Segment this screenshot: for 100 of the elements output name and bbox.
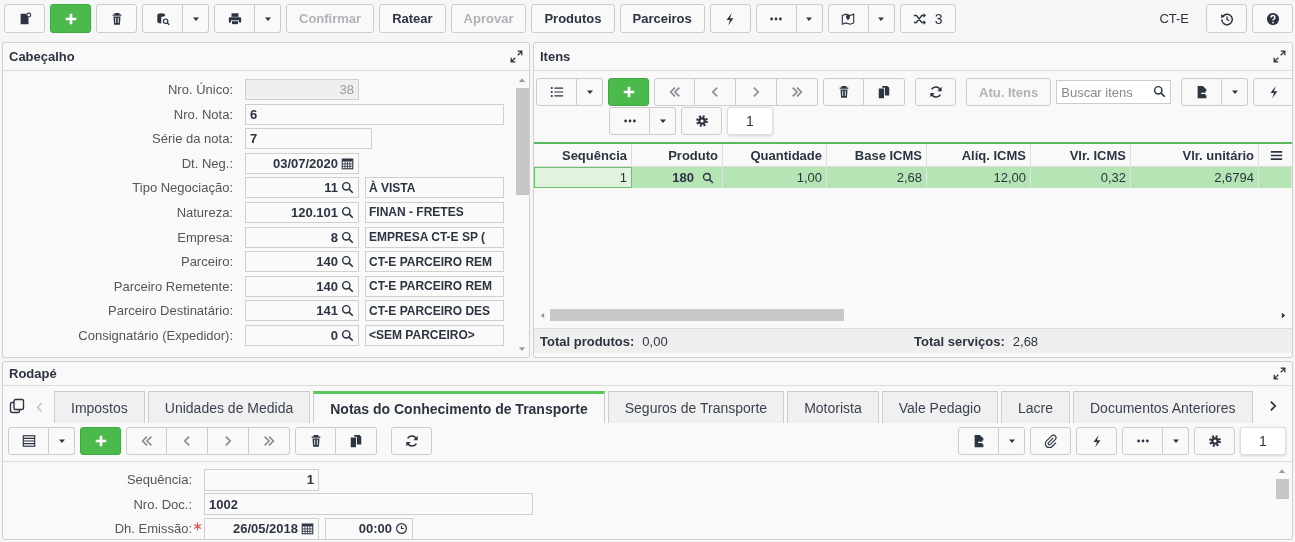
dropdown-button[interactable] xyxy=(577,78,603,106)
input-field[interactable]: CT-E PARCEIRO REM xyxy=(365,251,504,273)
first-button[interactable] xyxy=(126,427,167,455)
last-button[interactable] xyxy=(249,427,290,455)
dropdown-button[interactable] xyxy=(868,4,895,33)
tab[interactable]: Seguros de Transporte xyxy=(607,391,785,423)
tab[interactable]: Motorista xyxy=(787,391,879,423)
tab[interactable]: Lacre xyxy=(1000,391,1070,423)
add-button[interactable] xyxy=(50,4,91,33)
tab[interactable]: Unidades de Medida xyxy=(147,391,311,423)
input-field[interactable]: 7 xyxy=(245,128,372,150)
duplicate-button[interactable] xyxy=(864,78,905,106)
view-mode-button[interactable] xyxy=(8,427,49,455)
scrollbar-thumb[interactable] xyxy=(1275,479,1289,499)
column-header[interactable]: Produto xyxy=(632,144,723,166)
input-field[interactable]: CT-E PARCEIRO DES xyxy=(365,300,504,322)
lookup-field[interactable]: 11 xyxy=(245,177,359,199)
input-field[interactable]: 6 xyxy=(245,103,504,125)
delete-button[interactable] xyxy=(295,427,336,455)
input-field[interactable]: <SEM PARCEIRO> xyxy=(365,324,504,346)
lookup-field[interactable]: 140 xyxy=(245,251,359,273)
column-header[interactable]: Vlr. ICMS xyxy=(1031,144,1131,166)
column-header[interactable]: Sequência xyxy=(534,144,632,166)
input-field[interactable]: 1002 xyxy=(204,493,533,515)
settings-button[interactable] xyxy=(681,107,722,135)
add-button[interactable] xyxy=(80,427,121,455)
dropdown-button[interactable] xyxy=(1222,78,1249,106)
next-button[interactable] xyxy=(208,427,249,455)
actions-button[interactable] xyxy=(1076,427,1117,455)
tab[interactable]: Impostos xyxy=(54,391,145,423)
column-header[interactable]: Vlr. unitário xyxy=(1131,144,1259,166)
scroll-right-icon[interactable] xyxy=(1279,310,1288,320)
search-records-button[interactable] xyxy=(142,4,183,33)
clock-arrow-icon xyxy=(1219,11,1234,26)
dropdown-button[interactable] xyxy=(255,4,281,33)
tab[interactable]: Documentos Anteriores xyxy=(1073,391,1253,423)
expand-icon[interactable] xyxy=(1273,367,1286,380)
scroll-left-icon[interactable] xyxy=(538,310,547,320)
column-header[interactable]: Base ICMS xyxy=(827,144,927,166)
new-document-button[interactable] xyxy=(4,4,45,33)
variations-button[interactable]: 3 xyxy=(899,4,956,33)
expand-icon[interactable] xyxy=(510,50,523,63)
more-button[interactable] xyxy=(1122,427,1163,455)
more-button[interactable] xyxy=(755,4,797,33)
export-button[interactable] xyxy=(1181,78,1223,106)
toolbar-button[interactable]: Ratear xyxy=(379,4,446,33)
input-field[interactable]: FINAN - FRETES xyxy=(365,201,504,223)
column-header[interactable]: Alíq. ICMS xyxy=(927,144,1031,166)
search-field[interactable]: Buscar itens xyxy=(1056,80,1172,104)
lookup-field[interactable]: 141 xyxy=(245,300,359,322)
more-button[interactable] xyxy=(609,107,650,135)
menu-icon[interactable] xyxy=(1270,148,1283,162)
dropdown-button[interactable] xyxy=(1163,427,1189,455)
lookup-field[interactable]: 140 xyxy=(245,275,359,297)
next-button[interactable] xyxy=(736,78,777,106)
print-button[interactable] xyxy=(214,4,255,33)
expand-icon[interactable] xyxy=(1273,50,1286,63)
previous-button[interactable] xyxy=(167,427,208,455)
settings-button[interactable] xyxy=(1194,427,1235,455)
column-header[interactable]: Quantidade xyxy=(723,144,827,166)
help-button[interactable] xyxy=(1252,4,1293,33)
search-icon[interactable] xyxy=(702,171,714,184)
dropdown-button[interactable] xyxy=(49,427,75,455)
scrollbar-thumb[interactable] xyxy=(550,309,844,321)
input-field[interactable]: EMPRESA CT-E SP ( xyxy=(365,226,504,248)
refresh-button[interactable] xyxy=(391,427,432,455)
tab[interactable]: Vale Pedagio xyxy=(881,391,998,423)
input-field[interactable]: CT-E PARCEIRO REM xyxy=(365,275,504,297)
export-button[interactable] xyxy=(958,427,999,455)
history-button[interactable] xyxy=(1206,4,1247,33)
toolbar-button[interactable]: Produtos xyxy=(531,4,615,33)
lookup-field[interactable]: 8 xyxy=(245,226,359,248)
table-cell: 1 xyxy=(534,167,632,188)
table-cell: 12,00 xyxy=(927,167,1031,188)
map-button[interactable] xyxy=(827,4,869,33)
date-field[interactable]: 03/07/2020 xyxy=(245,152,359,174)
add-button[interactable] xyxy=(608,78,649,106)
date-field[interactable]: 26/05/2018 xyxy=(204,517,319,539)
dropdown-button[interactable] xyxy=(999,427,1025,455)
dropdown-button[interactable] xyxy=(183,4,209,33)
lookup-field[interactable]: 0 xyxy=(245,324,359,346)
duplicate-button[interactable] xyxy=(336,427,377,455)
delete-button[interactable] xyxy=(823,78,864,106)
actions-button[interactable] xyxy=(709,4,751,33)
lookup-field[interactable]: 120.101 xyxy=(245,201,359,223)
refresh-button[interactable] xyxy=(915,78,956,106)
delete-button[interactable] xyxy=(96,4,137,33)
input-field[interactable]: 1 xyxy=(204,468,319,491)
scrollbar-thumb[interactable] xyxy=(515,88,529,195)
actions-button[interactable] xyxy=(1253,78,1292,106)
attach-button[interactable] xyxy=(1030,427,1071,455)
dropdown-button[interactable] xyxy=(650,107,676,135)
input-field[interactable]: À VISTA xyxy=(365,177,504,199)
table-row[interactable]: 1 180 1,00 2,68 12,00 0,32 2,6794 xyxy=(534,167,1292,188)
tab[interactable]: Notas do Conhecimento de Transporte xyxy=(313,391,605,423)
windows-icon[interactable] xyxy=(9,398,25,414)
dropdown-button[interactable] xyxy=(796,4,823,33)
toolbar-button[interactable]: Parceiros xyxy=(619,4,705,33)
last-button[interactable] xyxy=(777,78,818,106)
time-field[interactable]: 00:00 xyxy=(325,517,413,539)
